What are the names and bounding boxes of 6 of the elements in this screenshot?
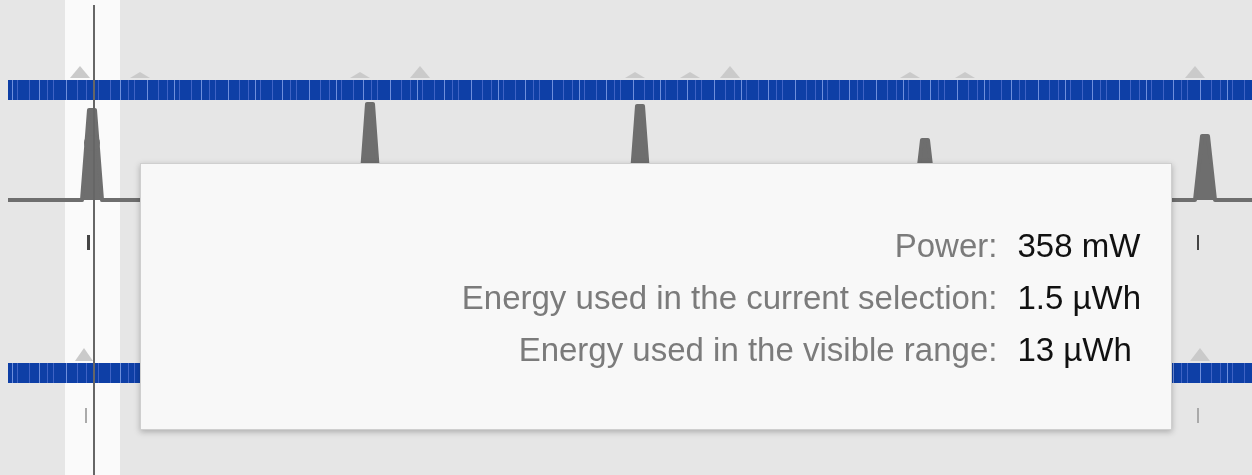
metric-label: Energy used in the current selection: (461, 278, 998, 317)
metric-label: Power: (893, 226, 998, 265)
metric-value: 13 µWh (1017, 330, 1133, 369)
metric-label: Energy used in the visible range: (517, 330, 998, 369)
metric-value: 1.5 µWh (1017, 278, 1141, 317)
metric-value: 358 mW (1017, 226, 1141, 265)
